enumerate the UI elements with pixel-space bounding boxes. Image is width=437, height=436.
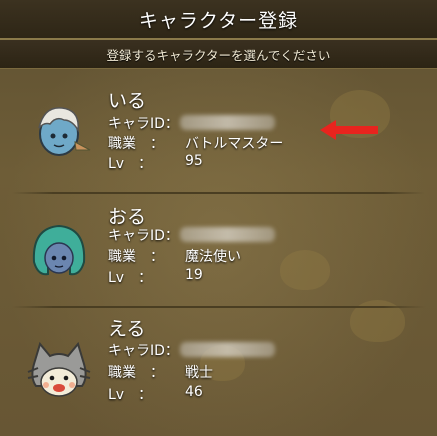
instruction-bar: 登録するキャラクターを選んでください xyxy=(0,40,437,69)
character-select-panel: キャラクター登録 登録するキャラクターを選んでください いる キャラID： 職業… xyxy=(0,0,437,436)
title-bar: キャラクター登録 xyxy=(0,0,437,40)
level-label: Lv ： xyxy=(108,156,153,172)
character-id-label: キャラID： xyxy=(108,343,179,359)
character-name: いる xyxy=(108,90,147,112)
elf-character-icon xyxy=(38,107,91,156)
character-id-redacted xyxy=(180,115,275,130)
job-label: 職業 ： xyxy=(108,365,164,381)
job-value: 戦士 xyxy=(185,365,213,381)
job-label: 職業 ： xyxy=(108,249,164,265)
level-value: 46 xyxy=(185,384,203,400)
level-value: 95 xyxy=(185,153,203,169)
level-value: 19 xyxy=(185,267,203,283)
red-arrow-icon xyxy=(320,120,378,140)
job-value: バトルマスター xyxy=(185,136,284,152)
character-entry[interactable]: おる キャラID： 職業 ： 魔法使い Lv ： 19 xyxy=(0,196,437,308)
character-id-redacted xyxy=(180,227,275,242)
green-haired-character-icon xyxy=(32,224,86,276)
level-label: Lv ： xyxy=(108,387,153,403)
instruction-text: 登録するキャラクターを選んでください xyxy=(106,47,331,63)
job-value: 魔法使い xyxy=(185,249,241,265)
job-label: 職業 ： xyxy=(108,136,164,152)
divider xyxy=(12,192,425,194)
page-title: キャラクター登録 xyxy=(138,9,299,32)
character-id-label: キャラID： xyxy=(108,116,179,132)
character-entry[interactable]: える キャラID： 職業 ： 戦士 Lv ： 46 xyxy=(0,312,437,424)
cat-character-icon xyxy=(27,341,91,397)
character-id-redacted xyxy=(180,342,275,357)
level-label: Lv ： xyxy=(108,270,153,286)
character-name: える xyxy=(108,318,146,340)
character-id-label: キャラID： xyxy=(108,228,179,244)
divider xyxy=(12,306,425,308)
